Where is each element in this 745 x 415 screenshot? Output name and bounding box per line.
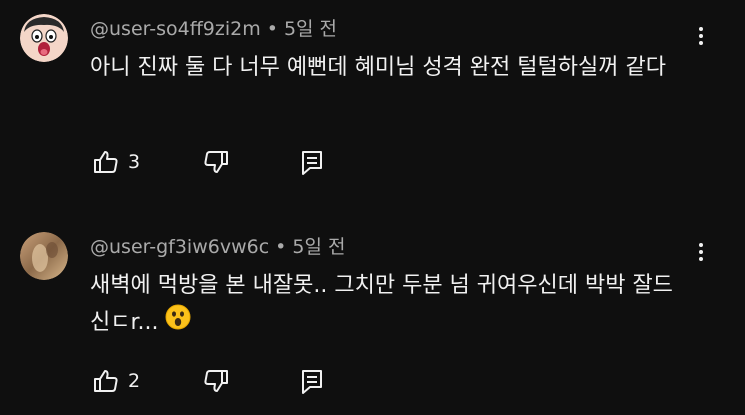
- avatar[interactable]: [20, 14, 68, 62]
- avatar[interactable]: [20, 232, 68, 280]
- comment-username[interactable]: @user-gf3iw6vw6c: [90, 236, 269, 258]
- thumbs-down-icon: [204, 151, 228, 173]
- reply-button[interactable]: [298, 367, 326, 395]
- comment-item: @user-so4ff9zi2m • 5일 전 아니 진짜 둘 다 너무 예뻔데 혜…: [0, 0, 745, 210]
- like-button[interactable]: [92, 367, 120, 395]
- comment-username[interactable]: @user-so4ff9zi2m: [90, 18, 261, 40]
- like-button[interactable]: [92, 148, 120, 176]
- reply-comment-icon: [302, 370, 322, 394]
- comment-item: @user-gf3iw6vw6c • 5일 전 새벽에 먹방을 본 내잘못.. 그치…: [0, 210, 745, 415]
- thumbs-down-icon: [204, 370, 228, 392]
- photo-avatar-icon: [20, 232, 68, 280]
- thumbs-up-icon: [94, 151, 118, 173]
- astonished-face-emoji-icon: [165, 304, 191, 342]
- comment-header: @user-gf3iw6vw6c • 5일 전: [90, 232, 345, 259]
- thumbs-up-icon: [94, 370, 118, 392]
- reply-button[interactable]: [298, 148, 326, 176]
- dislike-button[interactable]: [202, 367, 230, 395]
- meta-separator: •: [266, 18, 278, 40]
- dislike-button[interactable]: [202, 148, 230, 176]
- reply-comment-icon: [302, 151, 322, 175]
- comment-header: @user-so4ff9zi2m • 5일 전: [90, 14, 337, 41]
- more-vertical-icon[interactable]: [690, 24, 712, 52]
- more-vertical-icon[interactable]: [690, 240, 712, 268]
- like-count: 3: [128, 151, 141, 173]
- comment-text-block: 새벽에 먹방을 본 내잘못.. 그치만 두분 넘 귀여우신데 박박 잘드신ㄷr.…: [90, 268, 690, 342]
- comment-time[interactable]: 5일 전: [284, 18, 337, 40]
- comment-time[interactable]: 5일 전: [292, 236, 345, 258]
- like-count: 2: [128, 370, 141, 392]
- comment-text: 아니 진짜 둘 다 너무 예뻔데 혜미님 성격 완전 털털하실꺼 같다: [90, 55, 666, 80]
- meta-separator: •: [275, 236, 287, 258]
- cartoon-face-avatar-icon: [20, 14, 68, 62]
